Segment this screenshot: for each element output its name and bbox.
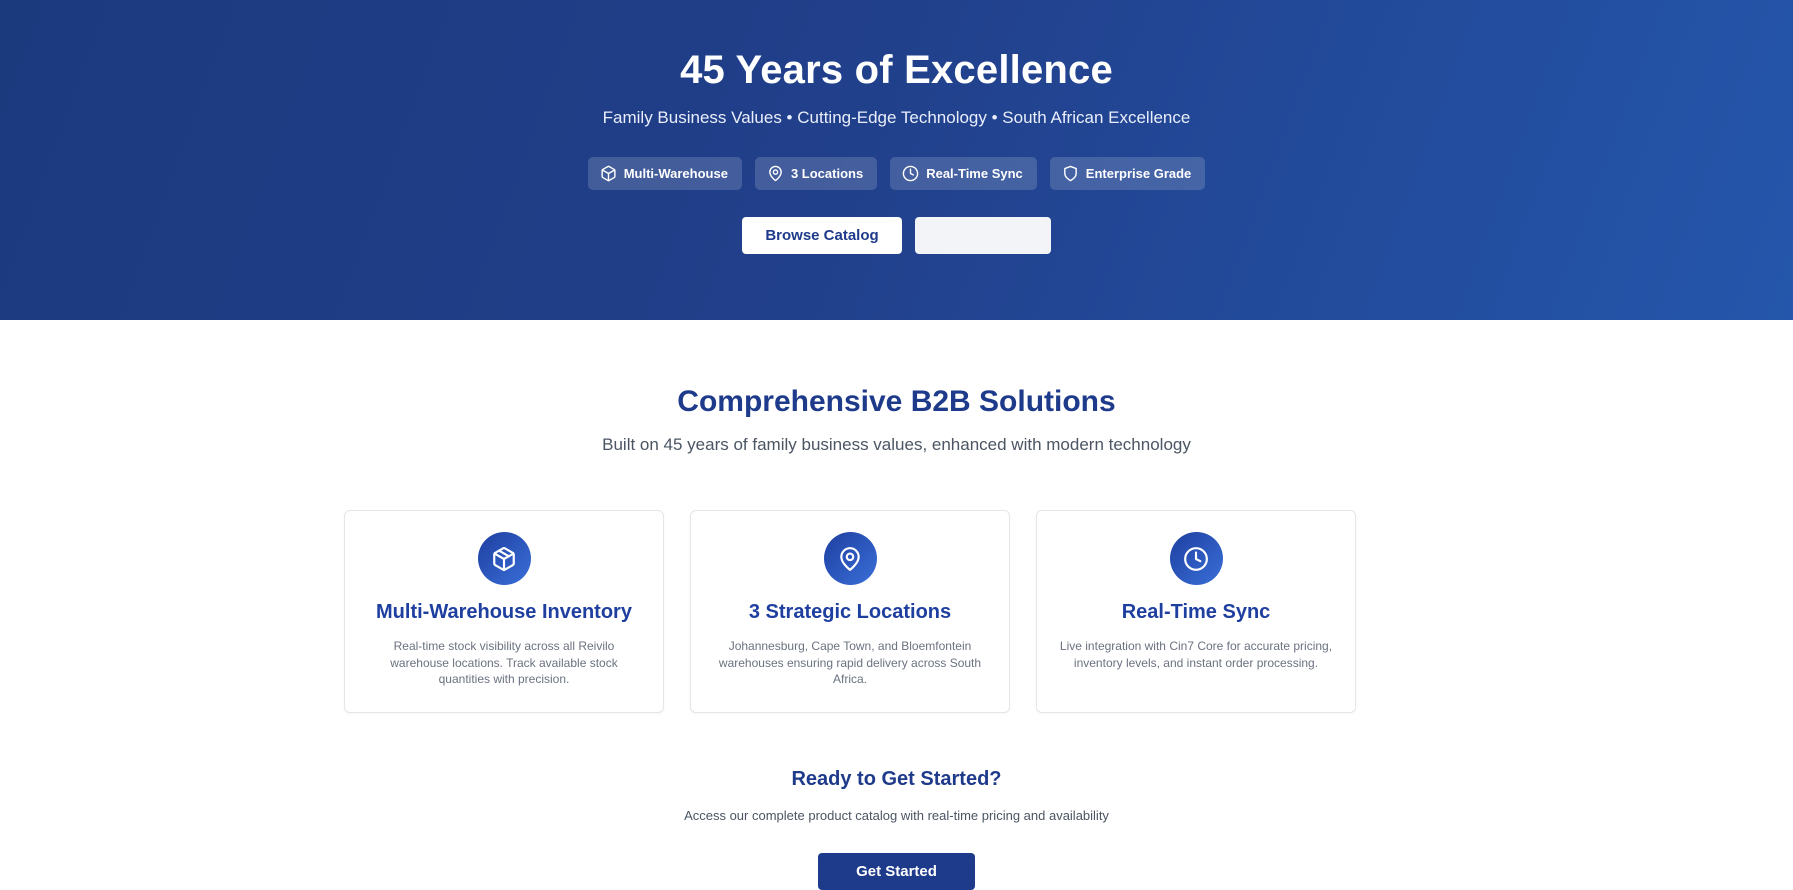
feature-pill-label: 3 Locations bbox=[790, 166, 864, 181]
solution-card-multi-warehouse: Multi-Warehouse Inventory Real-time stoc… bbox=[344, 510, 664, 713]
hero-title: 45 Years of Excellence bbox=[680, 48, 1113, 92]
browse-catalog-button[interactable]: Browse Catalog bbox=[742, 217, 902, 254]
get-started-button[interactable]: Get Started bbox=[818, 853, 975, 890]
solution-card-real-time-sync: Real-Time Sync Live integration with Cin… bbox=[1036, 510, 1356, 713]
card-title: Multi-Warehouse Inventory bbox=[376, 601, 632, 623]
card-description: Johannesburg, Cape Town, and Bloemfontei… bbox=[718, 639, 982, 686]
cta-description: Access our complete product catalog with… bbox=[684, 808, 1109, 823]
card-title: Real-Time Sync bbox=[1121, 601, 1271, 623]
feature-pill-enterprise-grade: Enterprise Grade bbox=[1049, 157, 1206, 190]
card-description: Live integration with Cin7 Core for accu… bbox=[1059, 639, 1333, 670]
clock-icon bbox=[1169, 532, 1223, 585]
map-pin-icon bbox=[767, 165, 784, 182]
cta-actions: Get Started bbox=[0, 853, 1793, 890]
hero-subtitle: Family Business Values • Cutting-Edge Te… bbox=[602, 108, 1191, 127]
solutions-title: Comprehensive B2B Solutions bbox=[677, 385, 1116, 418]
shield-icon bbox=[1062, 165, 1079, 182]
feature-pills: Multi-Warehouse 3 Locations Real-Time Sy… bbox=[0, 157, 1793, 190]
my-account-button[interactable]: My Account bbox=[915, 217, 1051, 254]
box-icon bbox=[477, 532, 531, 585]
card-title: 3 Strategic Locations bbox=[748, 601, 952, 623]
feature-pill-locations: 3 Locations bbox=[754, 157, 878, 190]
feature-pill-label: Multi-Warehouse bbox=[623, 166, 728, 181]
map-pin-icon bbox=[823, 532, 877, 585]
solution-cards: Multi-Warehouse Inventory Real-time stoc… bbox=[344, 510, 1357, 713]
feature-pill-multi-warehouse: Multi-Warehouse bbox=[587, 157, 742, 190]
solution-card-locations: 3 Strategic Locations Johannesburg, Cape… bbox=[690, 510, 1010, 713]
feature-pill-label: Enterprise Grade bbox=[1085, 166, 1192, 181]
hero-banner: 45 Years of Excellence Family Business V… bbox=[0, 0, 1793, 320]
box-icon bbox=[600, 165, 617, 182]
feature-pill-label: Real-Time Sync bbox=[926, 166, 1023, 181]
cta-title: Ready to Get Started? bbox=[791, 768, 1002, 790]
feature-pill-real-time-sync: Real-Time Sync bbox=[890, 157, 1037, 190]
solutions-subtitle: Built on 45 years of family business val… bbox=[602, 435, 1191, 454]
clock-icon bbox=[902, 165, 919, 182]
card-description: Real-time stock visibility across all Re… bbox=[390, 639, 618, 686]
hero-actions: Browse Catalog My Account bbox=[0, 217, 1793, 254]
